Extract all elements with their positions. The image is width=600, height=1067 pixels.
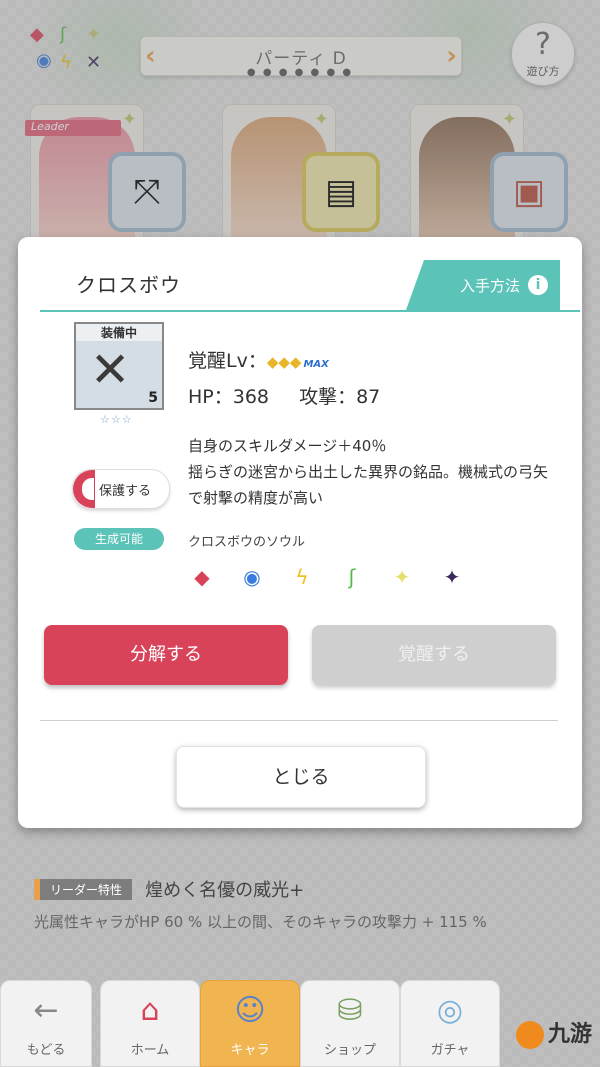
gacha-icon: ◎ <box>436 993 464 1028</box>
bottom-navigation: ← もどる ⌂ ホーム ☺ キャラ ⛁ ショップ ◎ ガチャ 九游 <box>0 980 600 1067</box>
protect-label: 保護する <box>99 484 152 499</box>
dialog-divider <box>40 720 558 721</box>
nav-label: キャラ <box>230 1043 270 1058</box>
nav-back[interactable]: ← もどる <box>0 980 92 1067</box>
nav-gacha[interactable]: ◎ ガチャ <box>400 980 500 1067</box>
watermark-icon <box>515 1021 544 1049</box>
acquire-label: 入手方法 <box>459 276 520 295</box>
leader-skill-name: 煌めく名優の威光+ <box>145 880 305 901</box>
awaken-button[interactable]: 覚醒する <box>312 625 556 685</box>
equipped-label: 装備中 <box>76 324 162 341</box>
weapon-item-icon: 装備中 ✕ 5 <box>74 322 164 410</box>
nav-label: ホーム <box>130 1043 170 1058</box>
nav-chara[interactable]: ☺ キャラ <box>200 980 300 1067</box>
weapon-description: 自身のスキルダメージ＋40％ 揺らぎの迷宮から出土した異界の銘品。機械式の弓矢で… <box>188 433 558 511</box>
wind-element-icon: ʃ <box>348 565 356 589</box>
nav-shop[interactable]: ⛁ ショップ <box>300 980 400 1067</box>
craftable-badge: 生成可能 <box>74 528 164 550</box>
description-flavor: 揺らぎの迷宮から出土した異界の銘品。機械式の弓矢で射撃の精度が高い <box>188 463 549 507</box>
character-icon: ☺ <box>234 993 266 1028</box>
leader-skill: リーダー特性 煌めく名優の威光+ <box>34 876 574 902</box>
awaken-stars: ◆◆◆ <box>266 353 302 371</box>
water-element-icon: ◉ <box>243 565 261 589</box>
crossbow-icon: ✕ <box>90 342 131 398</box>
watermark-logo: 九游 <box>515 1016 592 1049</box>
title-divider <box>40 310 580 312</box>
acquire-method-button[interactable]: 入手方法 i <box>406 260 560 310</box>
back-arrow-icon: ← <box>33 993 59 1028</box>
nav-label: ガチャ <box>430 1043 470 1058</box>
close-button[interactable]: とじる <box>176 746 426 808</box>
element-icons: ◆ ◉ ϟ ʃ ✦ ✦ <box>188 565 466 589</box>
thunder-element-icon: ϟ <box>295 565 309 589</box>
nav-label: もどる <box>26 1043 66 1058</box>
awaken-level-label: 覚醒Lv： <box>188 350 267 372</box>
attack-stat: 攻撃：87 <box>299 386 381 408</box>
leader-skill-chip: リーダー特性 <box>34 878 133 900</box>
max-badge: MAX <box>303 359 329 370</box>
decompose-button[interactable]: 分解する <box>44 625 288 685</box>
info-icon: i <box>528 275 548 295</box>
hp-stat: HP：368 <box>188 386 270 408</box>
fire-element-icon: ◆ <box>194 565 210 589</box>
watermark-text: 九游 <box>547 1022 592 1047</box>
nav-home[interactable]: ⌂ ホーム <box>100 980 200 1067</box>
weapon-detail-dialog: クロスボウ 入手方法 i 装備中 ✕ 5 ☆☆☆ 保護する 覚醒Lv：◆◆◆ MA… <box>18 237 582 828</box>
weapon-stats: 覚醒Lv：◆◆◆ MAX HP：368 攻撃：87 <box>188 345 380 413</box>
description-effect: 自身のスキルダメージ＋40％ <box>188 437 387 455</box>
dark-element-icon: ✦ <box>443 565 461 589</box>
shop-icon: ⛁ <box>337 993 363 1028</box>
home-icon: ⌂ <box>140 993 160 1028</box>
item-count: 5 <box>148 390 158 406</box>
dialog-title: クロスボウ <box>76 273 181 297</box>
light-element-icon: ✦ <box>393 565 411 589</box>
nav-label: ショップ <box>323 1043 376 1058</box>
soul-name: クロスボウのソウル <box>188 535 306 550</box>
rarity-stars: ☆☆☆ <box>100 413 133 426</box>
leader-skill-description: 光属性キャラがHP 60 % 以上の間、そのキャラの攻撃力 + 115 % <box>34 913 487 931</box>
protect-toggle-button[interactable]: 保護する <box>72 469 170 509</box>
toggle-switch <box>73 470 95 508</box>
